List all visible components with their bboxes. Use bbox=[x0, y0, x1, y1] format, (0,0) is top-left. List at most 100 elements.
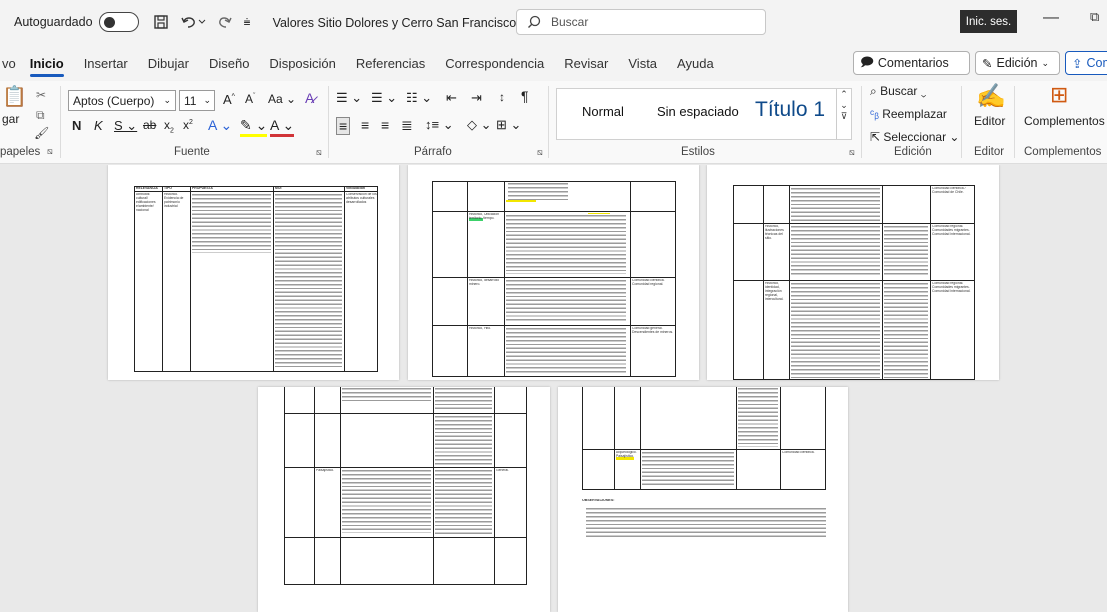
restore-icon[interactable]: ⧉ bbox=[1090, 9, 1099, 25]
styles-more-icon[interactable]: ⊽ bbox=[837, 111, 851, 122]
clear-formatting-icon[interactable]: A̷ bbox=[305, 90, 314, 106]
autosave-toggle[interactable] bbox=[98, 12, 139, 32]
shrink-font-icon[interactable]: Aˇ bbox=[245, 92, 255, 106]
title-bar: Autoguardado ⩧ Valores Sitio Dolores y C… bbox=[0, 0, 1107, 44]
group-label-addins: Complementos bbox=[1024, 146, 1102, 158]
page-5-observations-heading: OBSERVACIONES: bbox=[582, 499, 615, 502]
tab-file[interactable]: vo bbox=[2, 56, 16, 71]
editor-icon[interactable]: ✍ bbox=[976, 82, 1006, 111]
tab-view[interactable]: Vista bbox=[628, 56, 657, 71]
addins-icon[interactable]: ⊞ bbox=[1050, 82, 1068, 108]
tab-help[interactable]: Ayuda bbox=[677, 56, 714, 71]
show-formatting-icon[interactable]: ¶ bbox=[521, 88, 529, 104]
align-right-icon[interactable]: ≡ bbox=[381, 117, 389, 133]
editor-button[interactable]: Editor bbox=[974, 114, 1005, 128]
style-no-spacing[interactable]: Sin espaciado bbox=[657, 104, 739, 119]
style-normal[interactable]: Normal bbox=[582, 104, 624, 119]
page-3-row-2-link: Comunidad regional. Comunidades migrante… bbox=[932, 225, 971, 236]
decrease-indent-icon[interactable]: ⇤ bbox=[446, 90, 457, 106]
tab-review[interactable]: Revisar bbox=[564, 56, 608, 71]
replace-label: Reemplazar bbox=[882, 107, 947, 121]
find-button[interactable]: ⌕ Buscar ⌄ bbox=[870, 84, 926, 99]
change-case-icon[interactable]: Aa ⌄ bbox=[268, 92, 296, 106]
document-page-1[interactable]: RELEVANCIA TIPO PROPUESTA MOI Vinculació… bbox=[108, 165, 399, 380]
tab-mailings[interactable]: Correspondencia bbox=[445, 56, 544, 71]
align-center-icon[interactable]: ≡ bbox=[361, 117, 369, 133]
select-label: Seleccionar bbox=[883, 130, 947, 144]
italic-icon[interactable]: K bbox=[94, 118, 103, 133]
strikethrough-icon[interactable]: ab bbox=[143, 118, 156, 132]
undo-icon[interactable] bbox=[180, 14, 206, 30]
chevron-down-icon: ⌄ bbox=[203, 95, 211, 105]
tab-insert[interactable]: Insertar bbox=[84, 56, 128, 71]
align-left-icon[interactable]: ≡ bbox=[336, 117, 351, 135]
increase-indent-icon[interactable]: ⇥ bbox=[471, 90, 482, 106]
line-spacing-icon[interactable]: ↕≡ ⌄ bbox=[425, 117, 454, 133]
styles-dialog-launcher-icon[interactable]: ⧅ bbox=[849, 147, 855, 158]
customize-quick-access-icon[interactable]: ⩧ bbox=[244, 15, 251, 30]
group-label-editing: Edición bbox=[894, 146, 932, 158]
page-1-header-5: Vinculación bbox=[346, 187, 365, 190]
document-canvas[interactable]: RELEVANCIA TIPO PROPUESTA MOI Vinculació… bbox=[0, 165, 1107, 612]
paste-label[interactable]: gar bbox=[2, 112, 19, 126]
cut-icon[interactable]: ✂ bbox=[36, 88, 46, 102]
redo-icon[interactable] bbox=[217, 14, 233, 30]
document-page-5[interactable]: Arqueológico. Paisajístico. Comunidad ci… bbox=[558, 387, 848, 612]
scroll-up-icon[interactable]: ⌃ bbox=[837, 89, 851, 100]
copy-icon[interactable]: ⧉ bbox=[36, 108, 45, 123]
style-heading-1[interactable]: Título 1 bbox=[755, 98, 825, 122]
document-page-3[interactable]: Comunidad científica / Comunidad de Chil… bbox=[707, 165, 999, 380]
bold-icon[interactable]: N bbox=[72, 118, 81, 133]
font-dialog-launcher-icon[interactable]: ⧅ bbox=[316, 147, 322, 158]
save-icon[interactable] bbox=[153, 14, 169, 30]
addins-button[interactable]: Complementos bbox=[1024, 114, 1105, 128]
numbering-icon[interactable]: ☰ ⌄ bbox=[371, 90, 397, 106]
font-name-value: Aptos (Cuerpo) bbox=[73, 93, 155, 108]
scroll-down-icon[interactable]: ⌄ bbox=[837, 100, 851, 111]
group-label-font: Fuente bbox=[174, 146, 210, 158]
page-3-row-3-link: Comunidad regional. Comunidades migrante… bbox=[932, 282, 971, 293]
group-label-editor: Editor bbox=[974, 146, 1005, 158]
tab-references[interactable]: Referencias bbox=[356, 56, 425, 71]
format-painter-icon[interactable]: 🖌 bbox=[34, 126, 49, 140]
tab-draw[interactable]: Dibujar bbox=[148, 56, 189, 71]
select-button[interactable]: ⇱ Seleccionar ⌄ bbox=[870, 130, 959, 144]
paste-icon[interactable]: 📋 bbox=[2, 84, 27, 109]
document-page-4[interactable]: Paisajístico. General. bbox=[258, 387, 550, 612]
font-size-select[interactable]: 11 ⌄ bbox=[179, 90, 215, 111]
replace-button[interactable]: ᶜᵦ Reemplazar bbox=[870, 107, 947, 121]
styles-scroll[interactable]: ⌃ ⌄ ⊽ bbox=[836, 89, 851, 139]
shading-icon[interactable]: ◇ ⌄ bbox=[467, 117, 492, 133]
sign-in-button[interactable]: Inic. ses. bbox=[960, 10, 1017, 33]
tab-home[interactable]: Inicio bbox=[29, 56, 64, 77]
font-name-select[interactable]: Aptos (Cuerpo) ⌄ bbox=[68, 90, 176, 111]
multilevel-list-icon[interactable]: ☷ ⌄ bbox=[406, 90, 432, 106]
comments-button[interactable]: 🗩 Comentarios bbox=[853, 51, 970, 75]
subscript-icon[interactable]: x2 bbox=[164, 118, 174, 134]
search-box[interactable]: Buscar bbox=[516, 9, 766, 35]
editing-mode-button[interactable]: ✎ Edición ⌄ bbox=[975, 51, 1060, 75]
highlight-icon[interactable]: ✎ ⌄ bbox=[240, 117, 268, 137]
borders-icon[interactable]: ⊞ ⌄ bbox=[496, 117, 521, 133]
clipboard-dialog-launcher-icon[interactable]: ⧅ bbox=[47, 146, 53, 157]
superscript-icon[interactable]: x2 bbox=[183, 118, 193, 132]
document-page-2[interactable]: Histórico, Ubicación territorio, tiempo.… bbox=[408, 165, 699, 380]
underline-icon[interactable]: S ⌄ bbox=[114, 118, 137, 134]
paragraph-dialog-launcher-icon[interactable]: ⧅ bbox=[537, 147, 543, 158]
font-color-icon[interactable]: A ⌄ bbox=[270, 117, 295, 137]
page-2-row-2-link: Comunidad científica. Comunidad regional… bbox=[632, 279, 665, 286]
grow-font-icon[interactable]: A^ bbox=[223, 92, 235, 107]
editing-label: Edición bbox=[996, 56, 1038, 70]
minimize-icon[interactable]: — bbox=[1043, 9, 1059, 27]
bullets-icon[interactable]: ☰ ⌄ bbox=[336, 90, 362, 106]
share-button[interactable]: ⇪Comp bbox=[1065, 51, 1107, 75]
sort-icon[interactable]: ↕ bbox=[499, 90, 505, 104]
share-label: Comp bbox=[1086, 56, 1107, 70]
tab-layout[interactable]: Disposición bbox=[269, 56, 335, 71]
tab-design[interactable]: Diseño bbox=[209, 56, 249, 71]
text-effects-icon[interactable]: A ⌄ bbox=[208, 117, 232, 134]
page-3-row-3-type: Histórico, identidad, integración region… bbox=[765, 282, 784, 301]
justify-icon[interactable]: ≣ bbox=[401, 117, 413, 134]
replace-icon: ᶜᵦ bbox=[870, 107, 883, 121]
group-label-clipboard: papeles bbox=[0, 146, 41, 158]
